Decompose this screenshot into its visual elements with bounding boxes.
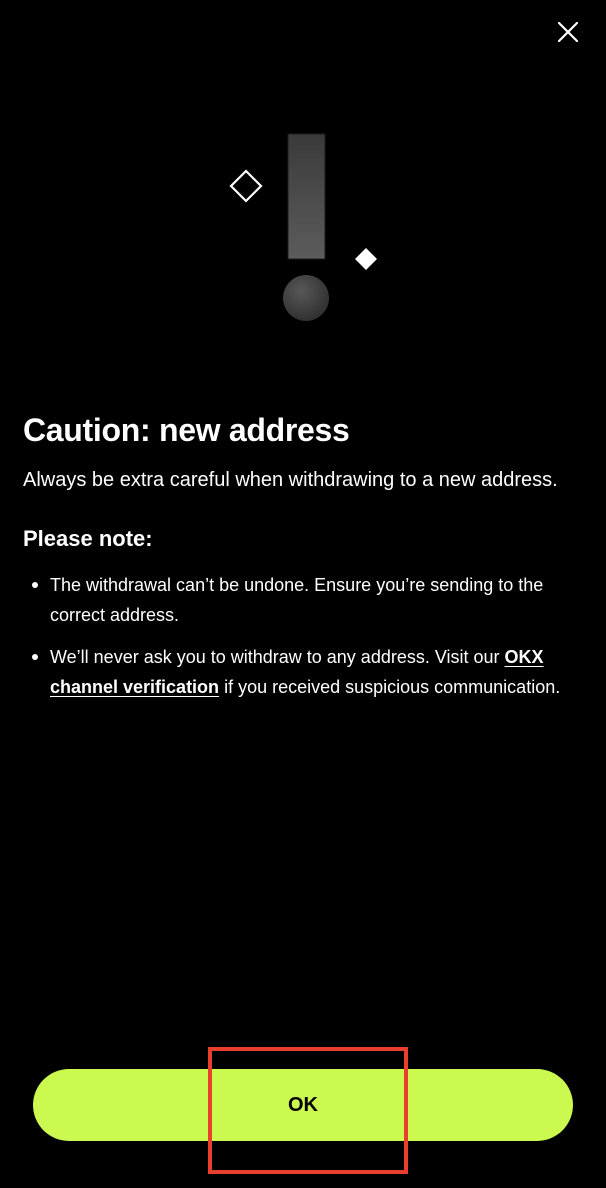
dialog-content: Caution: new address Always be extra car… [23,408,585,714]
bullet-dot [32,654,38,660]
bullet-text: The withdrawal can’t be undone. Ensure y… [50,575,544,625]
bullet-text-after: if you received suspicious communication… [219,677,561,697]
intro-text: Always be extra careful when withdrawing… [23,469,558,491]
note-heading: Please note: [23,526,153,551]
list-item: We’ll never ask you to withdraw to any a… [23,642,585,702]
notes-list: The withdrawal can’t be undone. Ensure y… [23,570,585,702]
close-button[interactable] [548,12,588,52]
ok-button[interactable]: OK [33,1069,573,1141]
bullet-text-before: We’ll never ask you to withdraw to any a… [50,647,505,667]
list-item: The withdrawal can’t be undone. Ensure y… [23,570,585,630]
close-icon [557,21,579,43]
dialog-title: Caution: new address [23,412,350,448]
bullet-dot [32,582,38,588]
exclamation-warning-icon [229,133,377,321]
ok-button-label: OK [288,1093,318,1116]
